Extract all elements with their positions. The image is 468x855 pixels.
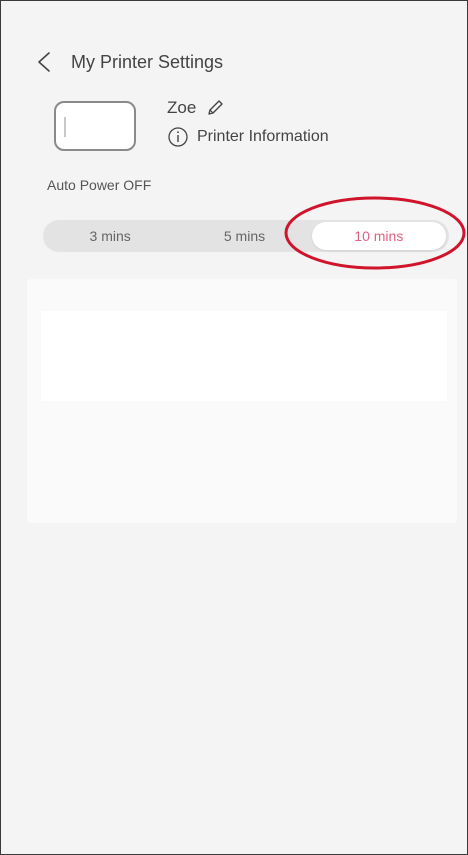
printer-name-row: Zoe [167, 97, 226, 119]
option-10-mins[interactable]: 10 mins [311, 222, 446, 250]
page-title: My Printer Settings [71, 51, 224, 72]
printer-name: Zoe [167, 98, 197, 117]
auto-power-off-selector: 3 mins 5 mins 10 mins [43, 220, 449, 252]
content-placeholder [27, 279, 457, 523]
chevron-left-icon[interactable] [35, 51, 53, 73]
printer-slot [64, 117, 66, 137]
printer-information-label: Printer Information [197, 128, 329, 145]
pencil-icon[interactable] [204, 97, 226, 119]
printer-image [54, 101, 136, 151]
printer-information-link[interactable]: Printer Information [167, 126, 329, 148]
option-5-mins[interactable]: 5 mins [177, 222, 311, 250]
header: My Printer Settings [35, 51, 223, 73]
app-screen: My Printer Settings Zoe Printer Informat… [0, 0, 468, 855]
info-circle-icon [168, 127, 188, 147]
content-placeholder-inner [41, 311, 447, 401]
option-3-mins[interactable]: 3 mins [43, 222, 177, 250]
auto-power-off-label: Auto Power OFF [47, 177, 152, 193]
